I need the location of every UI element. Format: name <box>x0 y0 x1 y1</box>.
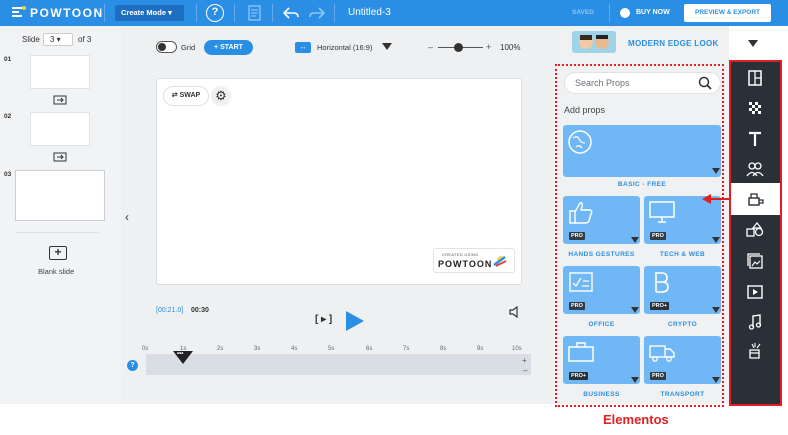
timeline-tick: 5s <box>328 346 335 352</box>
video-icon[interactable] <box>744 283 766 301</box>
redo-icon[interactable] <box>309 6 325 20</box>
logo: POWTOON <box>30 6 104 20</box>
timeline-tick: 10s <box>512 346 522 352</box>
timeline-help-icon[interactable]: ? <box>127 360 138 371</box>
mode-dropdown[interactable]: Create Mode ▾ <box>115 5 184 21</box>
timeline-tick: 3s <box>254 346 261 352</box>
menu-icon[interactable] <box>12 5 26 19</box>
playhead-dots: ••• <box>177 351 184 357</box>
slide-number: 02 <box>4 113 12 120</box>
timeline-tick: 6s <box>366 346 373 352</box>
grid-label: Grid <box>181 43 196 52</box>
slide-label: Slide <box>22 35 40 44</box>
chevron-down-icon[interactable] <box>382 43 392 50</box>
slide-thumbnail[interactable] <box>30 112 90 146</box>
look-avatar[interactable] <box>572 31 616 53</box>
props-icon[interactable] <box>744 190 766 208</box>
swap-button[interactable]: ⇄ SWAP <box>163 86 209 106</box>
undo-icon[interactable] <box>283 6 299 20</box>
slide-select[interactable]: 3 ▾ <box>43 33 73 46</box>
settings-gear-icon[interactable]: ⚙ <box>211 86 231 106</box>
slide-count: of 3 <box>78 35 92 44</box>
media-icon[interactable] <box>744 252 766 270</box>
play-icon[interactable] <box>346 311 364 331</box>
timeline-tick: 8s <box>440 346 447 352</box>
timeline-tick: 0s <box>142 346 149 352</box>
orientation-label[interactable]: Horizontal (16:9) <box>317 43 372 52</box>
zoom-out-button[interactable]: – <box>428 42 433 52</box>
effects-icon[interactable] <box>744 342 766 360</box>
toolbar-divider <box>272 4 273 22</box>
characters-icon[interactable] <box>744 160 766 178</box>
music-icon[interactable] <box>744 313 766 331</box>
crown-icon <box>620 8 630 18</box>
document-title[interactable]: Untitled-3 <box>348 7 391 18</box>
orientation-icon: ↔ <box>295 42 311 53</box>
start-button[interactable]: + START <box>204 40 253 55</box>
background-icon[interactable] <box>744 100 766 118</box>
annotation-label: Elementos <box>603 412 669 427</box>
current-time: [00:21.0] <box>156 307 184 314</box>
powtoon-mark-icon <box>493 255 507 267</box>
watermark-logo: POWTOON <box>438 259 493 269</box>
divider <box>15 232 99 233</box>
timeline-tick: 7s <box>403 346 410 352</box>
slide-options-icon[interactable] <box>53 95 67 105</box>
preview-export-button[interactable]: PREVIEW & EXPORT <box>684 4 771 22</box>
timeline-tick: 4s <box>291 346 298 352</box>
toolbar-divider <box>234 4 235 22</box>
document-icon[interactable] <box>248 5 262 21</box>
blank-slide-label[interactable]: Blank slide <box>38 267 74 276</box>
timeline-track[interactable] <box>146 354 531 375</box>
zoom-level: 100% <box>500 43 521 52</box>
toolbar-divider <box>334 4 335 22</box>
timeline-zoom-in-button[interactable]: + <box>522 356 527 365</box>
buy-now-button[interactable]: BUY NOW <box>636 9 670 16</box>
slide-number: 01 <box>4 56 12 63</box>
grid-toggle-knob <box>158 43 166 51</box>
help-icon[interactable]: ? <box>206 4 224 22</box>
toolbar-divider <box>104 4 105 22</box>
layout-icon[interactable] <box>744 69 766 87</box>
timeline-zoom-out-button[interactable]: – <box>523 366 527 375</box>
volume-icon[interactable] <box>508 306 520 318</box>
chevron-down-icon[interactable] <box>748 40 758 47</box>
preview-scene-icon[interactable]: [ ▸ ] <box>315 314 332 325</box>
add-slide-icon[interactable]: + <box>49 246 67 260</box>
saved-status: SAVED <box>572 9 594 16</box>
slide-thumbnail[interactable] <box>30 55 90 89</box>
watermark-caption: CREATED USING <box>442 252 479 257</box>
shapes-icon[interactable] <box>744 221 766 239</box>
collapse-panel-icon[interactable]: ‹ <box>121 210 133 228</box>
slide-thumbnail-active[interactable] <box>15 170 105 221</box>
total-time: 00:30 <box>191 307 209 314</box>
slide-options-icon[interactable] <box>53 152 67 162</box>
zoom-slider-handle[interactable] <box>454 43 463 52</box>
zoom-in-button[interactable]: + <box>486 42 491 52</box>
slide-number: 03 <box>4 171 12 178</box>
look-label[interactable]: MODERN EDGE LOOK <box>628 39 719 48</box>
toolbar-divider <box>196 4 197 22</box>
timeline-tick: 2s <box>217 346 224 352</box>
annotation-dotted-box <box>555 64 724 407</box>
toolbar-divider <box>609 4 610 22</box>
text-icon[interactable] <box>744 130 766 148</box>
timeline-tick: 9s <box>477 346 484 352</box>
